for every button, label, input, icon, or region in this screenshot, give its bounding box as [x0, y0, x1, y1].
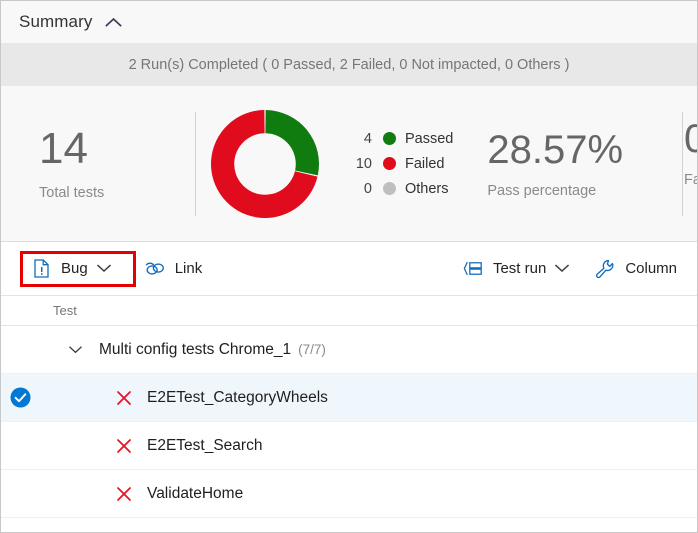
test-run-group-icon: [463, 259, 483, 279]
total-tests-value: 14: [39, 124, 88, 174]
group-count: (7/7): [298, 342, 326, 357]
column-options-label: Column: [625, 260, 677, 277]
clipped-next-value: 0: [684, 118, 697, 160]
summary-stats-band: 14 Total tests 4 Passed 10 Failed 0 Othe…: [1, 86, 697, 242]
command-toolbar: Bug Link Test run Column: [1, 242, 697, 295]
donut-svg: [211, 109, 320, 218]
grid-header-row: Test: [1, 295, 697, 326]
legend-dot-others: [383, 182, 396, 195]
chevron-down-icon[interactable]: [96, 264, 111, 273]
pass-percentage-value: 28.57%: [487, 127, 624, 172]
bug-button-label: Bug: [61, 260, 88, 277]
column-options-button[interactable]: Column: [589, 252, 683, 286]
pass-percentage-label: Pass percentage: [487, 182, 597, 199]
stat-divider-right: [682, 112, 683, 216]
table-row[interactable]: ValidateHome: [1, 470, 697, 518]
test-name: ValidateHome: [147, 484, 244, 502]
fail-x-icon: [115, 438, 133, 454]
results-donut-chart: [196, 102, 334, 226]
link-button[interactable]: Link: [139, 252, 209, 286]
test-results-panel: Summary 2 Run(s) Completed ( 0 Passed, 2…: [0, 0, 698, 533]
clipped-next-stat: 0 Failed tests: [684, 118, 697, 188]
total-tests-stat: 14 Total tests: [1, 124, 195, 201]
toolbar-right-group: Test run Column: [457, 252, 683, 286]
bug-document-icon: [31, 259, 51, 279]
legend-count-passed: 4: [363, 130, 372, 147]
chevron-down-icon[interactable]: [555, 264, 570, 273]
link-button-label: Link: [174, 260, 203, 277]
summary-header[interactable]: Summary: [1, 1, 697, 43]
legend-dot-passed: [383, 132, 396, 145]
table-row[interactable]: E2ETest_Search: [1, 422, 697, 470]
test-run-button-label: Test run: [492, 260, 547, 277]
link-chain-icon: [145, 259, 165, 279]
legend-item-others: 0 Others: [342, 181, 453, 197]
legend-dot-failed: [383, 157, 396, 170]
column-header-test[interactable]: Test: [53, 303, 77, 318]
run-status-text: 2 Run(s) Completed ( 0 Passed, 2 Failed,…: [128, 56, 570, 73]
legend-count-others: 0: [363, 180, 372, 197]
test-name: E2ETest_CategoryWheels: [147, 388, 328, 406]
run-status-strip: 2 Run(s) Completed ( 0 Passed, 2 Failed,…: [1, 43, 697, 86]
clipped-next-label: Failed tests: [684, 172, 697, 188]
group-expander-icon[interactable]: [63, 345, 87, 354]
grid-group-row[interactable]: Multi config tests Chrome_1 (7/7): [1, 326, 697, 374]
row-selected-checkmark[interactable]: [1, 387, 39, 408]
chevron-up-icon[interactable]: [105, 17, 123, 28]
fail-x-icon: [115, 390, 133, 406]
wrench-icon: [595, 259, 615, 279]
legend-label-others: Others: [405, 180, 449, 197]
legend-label-failed: Failed: [405, 155, 445, 172]
bug-button[interactable]: Bug: [25, 252, 117, 286]
total-tests-label: Total tests: [39, 184, 105, 201]
legend-item-passed: 4 Passed: [342, 131, 453, 147]
page-title: Summary: [19, 12, 93, 31]
legend-count-failed: 10: [355, 155, 372, 172]
donut-legend: 4 Passed 10 Failed 0 Others: [342, 131, 454, 197]
test-name: E2ETest_Search: [147, 436, 263, 454]
fail-x-icon: [115, 486, 133, 502]
table-row[interactable]: E2ETest_CategoryWheels: [1, 374, 697, 422]
test-run-button[interactable]: Test run: [457, 252, 575, 286]
legend-label-passed: Passed: [405, 130, 454, 147]
group-name: Multi config tests Chrome_1: [99, 340, 292, 358]
pass-percentage-stat: 28.57% Pass percentage: [487, 129, 623, 199]
legend-item-failed: 10 Failed: [342, 156, 453, 172]
